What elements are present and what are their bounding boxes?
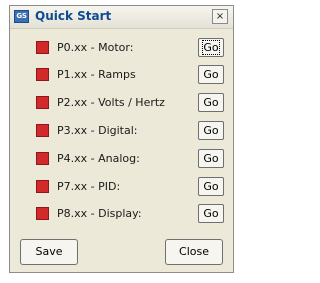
go-button-label: Go	[203, 180, 219, 193]
title-bar[interactable]: GS Quick Start ×	[10, 6, 233, 29]
go-button-p3[interactable]: Go	[198, 121, 224, 140]
go-button-label: Go	[203, 124, 219, 137]
go-button-label: Go	[203, 207, 219, 220]
param-label-p8: P8.xx - Display:	[57, 207, 142, 220]
go-button-label: Go	[202, 40, 220, 55]
go-button-p7[interactable]: Go	[198, 177, 224, 196]
status-indicator-icon	[36, 180, 49, 193]
param-row-p3: P3.xx - Digital: Go	[36, 120, 226, 142]
go-button-p1[interactable]: Go	[198, 65, 224, 84]
param-label-p2: P2.xx - Volts / Hertz	[57, 96, 165, 109]
param-label-p7: P7.xx - PID:	[57, 180, 121, 193]
param-row-p8: P8.xx - Display: Go	[36, 203, 226, 225]
close-button[interactable]: Close	[165, 239, 223, 265]
status-indicator-icon	[36, 41, 49, 54]
param-row-p7: P7.xx - PID: Go	[36, 176, 226, 198]
go-button-p0[interactable]: Go	[198, 38, 224, 57]
go-button-label: Go	[203, 68, 219, 81]
status-indicator-icon	[36, 96, 49, 109]
param-row-p4: P4.xx - Analog: Go	[36, 148, 226, 170]
window-title: Quick Start	[35, 9, 112, 23]
status-indicator-icon	[36, 207, 49, 220]
go-button-label: Go	[203, 96, 219, 109]
go-button-label: Go	[203, 152, 219, 165]
param-row-p1: P1.xx - Ramps Go	[36, 64, 226, 86]
status-indicator-icon	[36, 68, 49, 81]
param-label-p3: P3.xx - Digital:	[57, 124, 138, 137]
status-indicator-icon	[36, 152, 49, 165]
save-button[interactable]: Save	[20, 239, 78, 265]
param-row-p2: P2.xx - Volts / Hertz Go	[36, 92, 226, 114]
param-label-p1: P1.xx - Ramps	[57, 68, 136, 81]
quick-start-dialog: GS Quick Start × P0.xx - Motor: Go P1.xx…	[9, 5, 234, 273]
go-button-p4[interactable]: Go	[198, 149, 224, 168]
close-window-button[interactable]: ×	[212, 9, 228, 24]
param-label-p0: P0.xx - Motor:	[57, 41, 134, 54]
go-button-p8[interactable]: Go	[198, 204, 224, 223]
status-indicator-icon	[36, 124, 49, 137]
app-logo-icon: GS	[14, 10, 29, 23]
param-row-p0: P0.xx - Motor: Go	[36, 37, 226, 59]
go-button-p2[interactable]: Go	[198, 93, 224, 112]
param-label-p4: P4.xx - Analog:	[57, 152, 140, 165]
